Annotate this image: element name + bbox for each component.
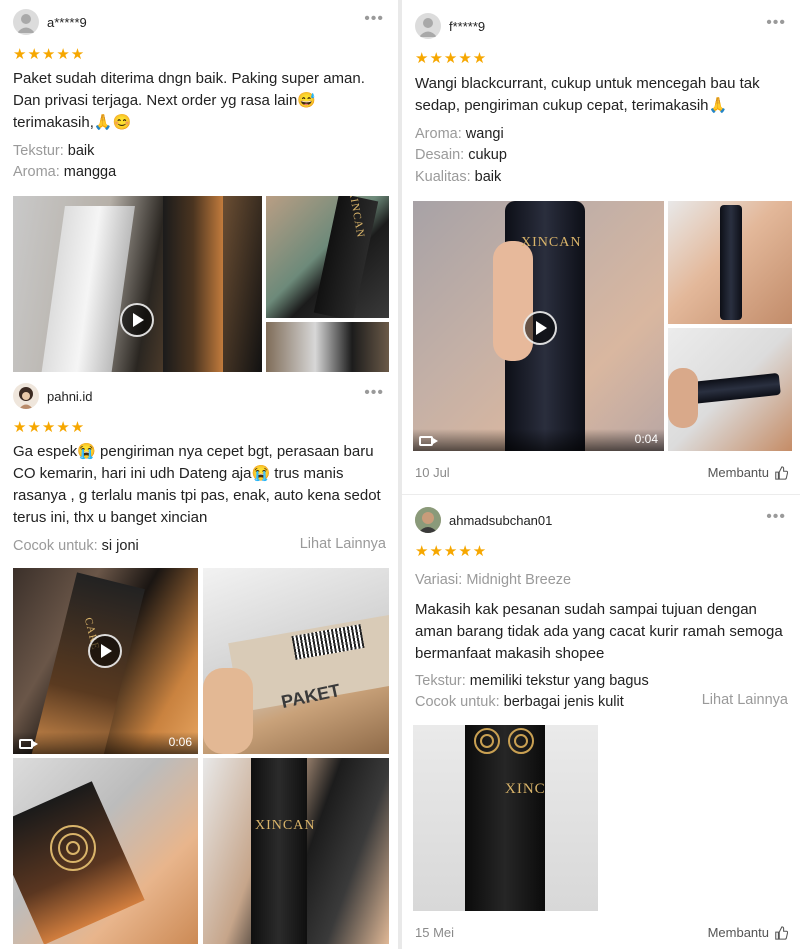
username[interactable]: f*****9	[449, 19, 485, 34]
review-text: Paket sudah diterima dngn baik. Paking s…	[13, 70, 365, 131]
star-rating: ★★★★★	[415, 50, 488, 67]
play-icon[interactable]	[523, 311, 557, 345]
helpful-button[interactable]: Membantu	[708, 465, 788, 480]
review-attribute: Tekstur: memiliki tekstur yang bagus	[415, 673, 649, 689]
reviews-column-right: f*****9 ••• ★★★★★ Wangi blackcurrant, cu…	[402, 0, 800, 949]
see-more-link[interactable]: Lihat Lainnya	[702, 692, 788, 708]
helpful-label: Membantu	[707, 465, 769, 480]
review-card: a*****9 ••• ★★★★★ Paket sudah diterima d…	[0, 0, 398, 378]
review-image[interactable]: XINC	[413, 725, 598, 911]
thumbs-up-icon	[775, 465, 788, 480]
review-card: pahni.id ••• ★★★★★ Ga espek😭 pengiriman …	[0, 378, 398, 949]
user-avatar-icon[interactable]	[13, 9, 39, 35]
video-bar: 0:06	[13, 732, 198, 754]
thumbs-up-icon	[775, 925, 788, 940]
video-duration: 0:04	[634, 432, 658, 446]
review-attribute: Cocok untuk: si joni	[13, 538, 139, 554]
review-attribute: Desain: cukup	[415, 147, 507, 163]
product-label: XINCAN	[255, 818, 316, 833]
play-icon[interactable]	[120, 303, 154, 337]
user-avatar-icon[interactable]	[415, 13, 441, 39]
reviews-column-left: a*****9 ••• ★★★★★ Paket sudah diterima d…	[0, 0, 398, 949]
more-icon[interactable]: •••	[766, 15, 786, 31]
review-video[interactable]: CARE 0:06	[13, 568, 198, 754]
review-attribute: Tekstur: baik	[13, 143, 95, 159]
review-image[interactable]: XINCAN	[203, 758, 389, 944]
video-bar: 0:04	[413, 429, 664, 451]
review-attribute: Aroma: wangi	[415, 126, 504, 142]
review-divider	[402, 494, 800, 495]
video-camera-icon	[19, 739, 38, 749]
review-header: ahmadsubchan01	[415, 505, 552, 535]
helpful-button[interactable]: Membantu	[708, 925, 788, 940]
user-avatar-icon[interactable]	[415, 507, 441, 533]
more-icon[interactable]: •••	[364, 385, 384, 401]
review-image[interactable]: PAKET	[203, 568, 389, 754]
user-avatar-icon[interactable]	[13, 383, 39, 409]
review-text: Makasih kak pesanan sudah sampai tujuan …	[415, 601, 783, 662]
username[interactable]: a*****9	[47, 15, 87, 30]
star-rating: ★★★★★	[415, 543, 488, 560]
more-icon[interactable]: •••	[766, 509, 786, 525]
review-header: a*****9	[13, 7, 87, 37]
review-image[interactable]	[13, 758, 198, 944]
review-date: 15 Mei	[415, 925, 455, 940]
review-image[interactable]	[668, 201, 792, 324]
review-image[interactable]: XINCAN	[266, 196, 389, 318]
more-icon[interactable]: •••	[364, 11, 384, 27]
review-text: Wangi blackcurrant, cukup untuk mencegah…	[415, 75, 760, 114]
review-image[interactable]	[668, 328, 792, 451]
star-rating: ★★★★★	[13, 46, 86, 63]
video-duration: 0:06	[168, 735, 192, 749]
play-icon[interactable]	[88, 634, 122, 668]
review-header: f*****9	[415, 11, 485, 41]
review-video[interactable]: XINCAN 0:04	[413, 201, 664, 451]
review-attribute: Cocok untuk: berbagai jenis kulit	[415, 694, 624, 710]
variation-attribute: Variasi: Midnight Breeze	[415, 572, 572, 588]
review-image[interactable]	[266, 322, 389, 372]
review-date: 10 Jul	[415, 465, 450, 480]
username[interactable]: ahmadsubchan01	[449, 513, 552, 528]
product-label: XINCAN	[521, 235, 582, 250]
see-more-link[interactable]: Lihat Lainnya	[300, 536, 386, 552]
helpful-label: Membantu	[707, 925, 769, 940]
review-header: pahni.id	[13, 381, 93, 411]
review-video[interactable]	[13, 196, 262, 372]
product-label: XINC	[505, 781, 546, 797]
username[interactable]: pahni.id	[47, 389, 93, 404]
review-attribute: Aroma: mangga	[13, 164, 117, 180]
review-card: f*****9 ••• ★★★★★ Wangi blackcurrant, cu…	[402, 0, 800, 492]
review-text: Ga espek😭 pengiriman nya cepet bgt, pera…	[13, 443, 381, 526]
video-camera-icon	[419, 436, 438, 446]
review-card: ahmadsubchan01 ••• ★★★★★ Variasi: Midnig…	[402, 496, 800, 949]
review-attribute: Kualitas: baik	[415, 169, 502, 185]
star-rating: ★★★★★	[13, 419, 86, 436]
